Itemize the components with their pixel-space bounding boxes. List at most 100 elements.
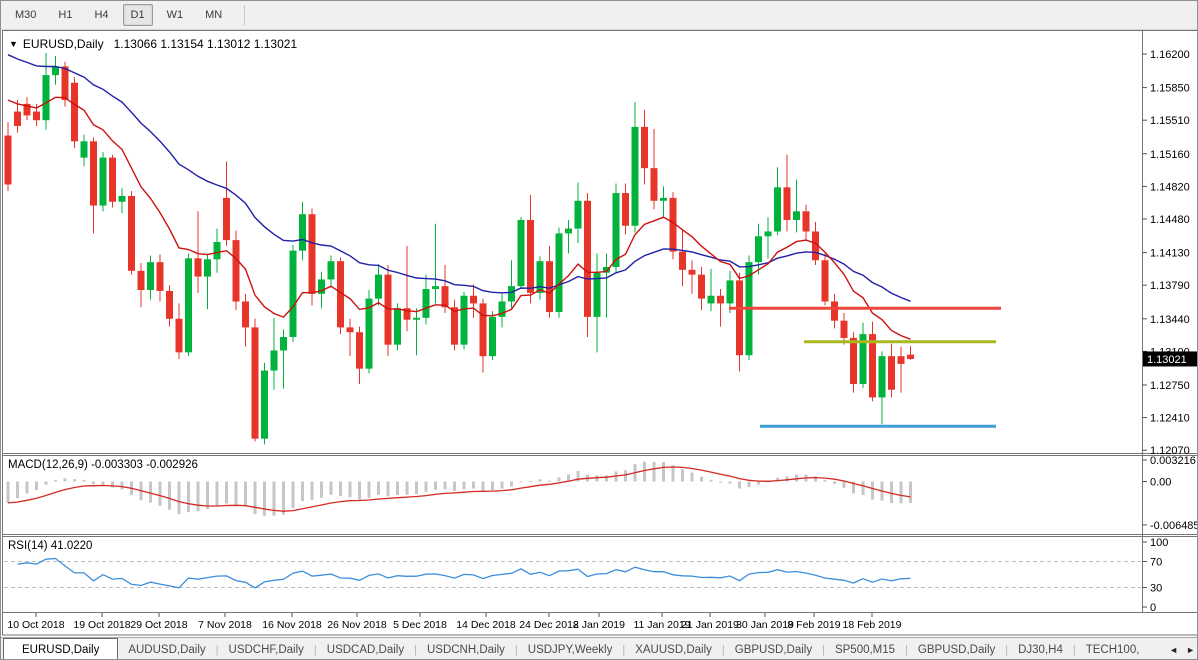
- date-tick-label: 19 Oct 2018: [73, 619, 130, 631]
- macd-bar: [719, 482, 722, 483]
- date-tick-label: 30 Jan 2019: [736, 619, 794, 631]
- macd-bar: [225, 482, 228, 504]
- candle-body: [271, 350, 278, 370]
- timeframe-button-w1[interactable]: W1: [159, 4, 192, 26]
- tab-usdjpy-weekly[interactable]: USDJPY,Weekly: [518, 639, 623, 660]
- macd-bar: [653, 462, 656, 482]
- macd-bar: [444, 482, 447, 490]
- tab-usdchf-daily[interactable]: USDCHF,Daily: [219, 639, 314, 660]
- candle-body: [784, 187, 791, 220]
- candle-body: [432, 286, 439, 289]
- macd-bar: [377, 482, 380, 495]
- candle-body: [290, 251, 297, 337]
- macd-bar: [757, 482, 760, 485]
- macd-bar: [7, 482, 10, 503]
- macd-bar: [871, 482, 874, 500]
- macd-bar: [624, 470, 627, 481]
- tab-sp500-m15[interactable]: SP500,M15: [825, 639, 905, 660]
- tab-xauusd-daily[interactable]: XAUUSD,Daily: [625, 639, 722, 660]
- candle-body: [689, 270, 696, 275]
- macd-bar: [748, 482, 751, 488]
- candle-body: [43, 75, 50, 120]
- candle-body: [489, 317, 496, 356]
- timeframe-button-m30[interactable]: M30: [7, 4, 44, 26]
- tab-gbpusd-daily[interactable]: GBPUSD,Daily: [725, 639, 822, 660]
- timeframe-button-mn[interactable]: MN: [197, 4, 230, 26]
- candle-body: [185, 258, 192, 352]
- date-tick-label: 26 Nov 2018: [327, 619, 387, 631]
- candle-body: [850, 338, 857, 384]
- macd-bar: [681, 469, 684, 481]
- price-axis-label: 1.15510: [1150, 115, 1190, 127]
- date-tick-label: 14 Dec 2018: [456, 619, 516, 631]
- tab-usdcnh-daily[interactable]: USDCNH,Daily: [417, 639, 515, 660]
- candle-body: [52, 66, 59, 75]
- macd-name: MACD(12,26,9): [8, 459, 88, 471]
- candle-body: [774, 187, 781, 231]
- candle-body: [888, 356, 895, 390]
- candle-body: [708, 296, 715, 304]
- candle-body: [394, 308, 401, 344]
- macd-bar: [320, 482, 323, 498]
- macd-bar: [548, 481, 551, 482]
- candle-body: [100, 158, 107, 206]
- tab-usdcad-daily[interactable]: USDCAD,Daily: [317, 639, 414, 660]
- timeframe-button-h4[interactable]: H4: [86, 4, 116, 26]
- date-tick-label: 5 Dec 2018: [393, 619, 447, 631]
- tab-dj30-h4[interactable]: DJ30,H4: [1008, 639, 1073, 660]
- macd-bar: [862, 482, 865, 496]
- candle-body: [204, 259, 211, 276]
- tab-eurusd-daily[interactable]: EURUSD,Daily: [3, 638, 118, 660]
- candle-body: [793, 211, 800, 220]
- candle-body: [556, 233, 563, 312]
- macd-bar: [643, 462, 646, 482]
- date-tick-label: 21 Jan 2019: [681, 619, 739, 631]
- macd-bar: [786, 476, 789, 481]
- candle-body: [698, 275, 705, 299]
- rsi-axis-label: 100: [1150, 537, 1168, 549]
- macd-bar: [434, 482, 437, 490]
- candle-body: [641, 127, 648, 168]
- timeframe-button-d1[interactable]: D1: [123, 4, 153, 26]
- tab-gbpusd-daily[interactable]: GBPUSD,Daily: [908, 639, 1005, 660]
- candle-body: [109, 158, 116, 202]
- macd-bar: [662, 462, 665, 482]
- candle-body: [90, 141, 97, 205]
- macd-values: -0.003303 -0.002926: [91, 459, 198, 471]
- current-price-tag-text: 1.13021: [1147, 354, 1187, 366]
- chart-canvas[interactable]: 1.162001.158501.155101.151601.148201.144…: [1, 1, 1198, 660]
- macd-bar: [672, 465, 675, 481]
- date-tick-label: 10 Oct 2018: [7, 619, 64, 631]
- macd-bar: [254, 482, 257, 515]
- macd-bar: [396, 482, 399, 496]
- macd-bar: [349, 482, 352, 498]
- candle-body: [128, 196, 135, 271]
- macd-bar: [710, 480, 713, 482]
- candle-body: [537, 261, 544, 293]
- macd-bar: [16, 482, 19, 499]
- tab-tech100-[interactable]: TECH100,: [1076, 639, 1150, 660]
- tab-audusd-daily[interactable]: AUDUSD,Daily: [118, 639, 215, 660]
- chart-title: ▼EURUSD,Daily1.13066 1.13154 1.13012 1.1…: [9, 37, 297, 51]
- price-axis-label: 1.12750: [1150, 380, 1190, 392]
- candle-body: [869, 334, 876, 397]
- macd-bar: [843, 482, 846, 488]
- tab-scroll-left-icon[interactable]: ◄: [1169, 645, 1178, 655]
- timeframe-button-h1[interactable]: H1: [50, 4, 80, 26]
- candle-body: [252, 327, 259, 438]
- candle-body: [423, 289, 430, 318]
- price-axis-label: 1.12410: [1150, 413, 1190, 425]
- chart-expander-icon[interactable]: ▼: [9, 39, 18, 49]
- candle-body: [841, 321, 848, 338]
- tab-scroll-right-icon[interactable]: ►: [1186, 645, 1195, 655]
- macd-bar: [92, 482, 95, 485]
- macd-bar: [358, 482, 361, 500]
- candle-body: [356, 332, 363, 368]
- macd-axis-label: 0.003216: [1150, 455, 1196, 467]
- date-tick-label: 2 Jan 2019: [573, 619, 625, 631]
- macd-bar: [463, 482, 466, 490]
- date-tick-label: 8 Feb 2019: [787, 619, 840, 631]
- candle-body: [147, 262, 154, 290]
- price-axis-label: 1.16200: [1150, 49, 1190, 61]
- candle-body: [14, 112, 21, 126]
